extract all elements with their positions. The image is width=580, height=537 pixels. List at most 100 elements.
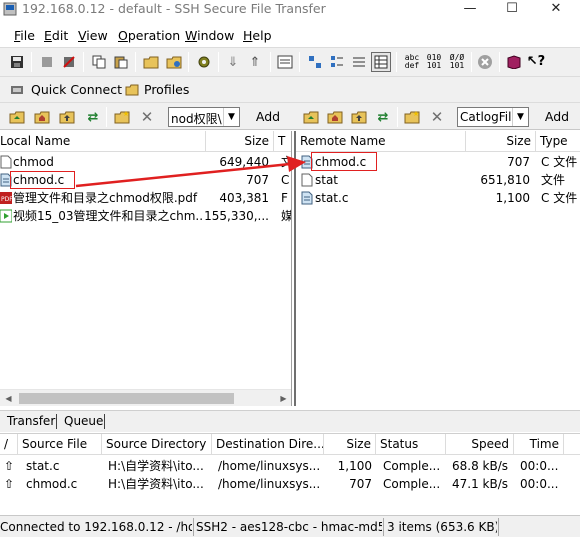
local-col-type[interactable]: T [274,131,291,152]
scroll-thumb[interactable] [19,393,234,404]
local-refresh-icon[interactable]: ⇄ [84,108,102,126]
xfer-srcdir: H:\自学资料\ito... [108,459,204,473]
quick-connect-button[interactable]: Quick Connect [31,82,122,97]
local-add-button[interactable]: Add [250,106,286,128]
local-parent-icon[interactable] [58,108,76,126]
download-arrow-icon[interactable]: ⇓ [224,53,242,71]
auto-mode-icon[interactable]: Ø/Ø 101 [446,53,468,71]
list-item[interactable]: stat 651,810 文件 [296,171,580,189]
profiles-folder-icon[interactable] [123,81,141,99]
remote-delete-icon[interactable]: ✕ [428,108,446,126]
file-name: stat [315,173,339,187]
remote-new-folder-icon[interactable] [403,108,421,126]
connect-icon[interactable] [38,53,56,71]
local-col-size[interactable]: Size [206,131,274,152]
menu-edit[interactable]: Edit [44,28,68,43]
menu-window[interactable]: Window [185,28,234,43]
local-delete-icon[interactable]: ✕ [138,108,156,126]
file-size: 651,810 [480,173,530,187]
xfer-time: 00:0... [520,477,559,491]
ascii-mode-icon[interactable]: abc def [401,53,423,71]
stop-icon[interactable] [476,53,494,71]
file-name: stat.c [315,191,349,205]
remote-up-folder-icon[interactable] [302,108,320,126]
tab-transfer[interactable]: Transfer [7,414,55,428]
file-type: C 文件 [541,191,578,205]
table-row[interactable]: ⇧ chmod.c H:\自学资料\ito... /home/linuxsys.… [0,475,566,493]
remote-file-pane[interactable]: Remote Name Size Type chmod.c 707 C 文件 s… [294,131,580,406]
disconnect-icon[interactable] [60,53,78,71]
file-name: chmod [13,155,54,169]
paste-icon[interactable] [112,53,130,71]
xfer-col-speed[interactable]: Speed [446,434,514,455]
remote-add-button[interactable]: Add [540,106,574,128]
tab-queue[interactable]: Queue [64,414,103,428]
transfer-header: / Source File Source Directory Destinati… [0,433,580,455]
remote-refresh-icon[interactable]: ⇄ [374,108,392,126]
menu-file[interactable]: File [14,28,35,43]
xfer-col-status[interactable]: Status [376,434,446,455]
local-hscrollbar[interactable]: ◀ ▶ [0,389,291,406]
local-new-folder-icon[interactable] [113,108,131,126]
app-icon [3,2,17,16]
quick-connect-icon[interactable] [8,81,26,99]
details-view-icon[interactable] [371,52,391,72]
remote-path-combo[interactable]: CatlogFile ▼ [457,107,529,127]
remote-parent-icon[interactable] [350,108,368,126]
local-file-pane[interactable]: Local Name Size T chmod 649,440 文 chmod.… [0,131,292,406]
small-icons-icon[interactable] [328,53,346,71]
xfer-col-direction[interactable]: / [0,434,18,455]
download-folder-icon[interactable] [165,53,183,71]
xfer-col-time[interactable]: Time [514,434,564,455]
copy-icon[interactable] [90,53,108,71]
menu-help[interactable]: Help [243,28,272,43]
pane-toolbar: ⇄ ✕ nod权限\ ▼ Add ⇄ ✕ CatlogFile ▼ Add [0,102,580,130]
remote-home-icon[interactable] [326,108,344,126]
local-up-folder-icon[interactable] [8,108,26,126]
binary-mode-icon[interactable]: 010 101 [423,53,445,71]
list-item[interactable]: PDF 管理文件和目录之chmod权限.pdf 403,381 F [0,189,291,207]
upload-arrow-icon[interactable]: ⇑ [246,53,264,71]
menu-operation[interactable]: Operation [118,28,180,43]
scroll-right-icon[interactable]: ▶ [275,390,291,406]
remote-col-name[interactable]: Remote Name [296,131,466,152]
settings-gear-icon[interactable] [195,53,213,71]
large-icons-icon[interactable] [306,53,324,71]
xfer-col-srcdir[interactable]: Source Directory [102,434,212,455]
upload-folder-icon[interactable] [142,53,160,71]
maximize-button[interactable]: ☐ [492,0,532,19]
transfer-list[interactable]: ⇧ stat.c H:\自学资料\ito... /home/linuxsys..… [0,455,580,515]
list-item[interactable]: stat.c 1,100 C 文件 [296,189,580,207]
xfer-col-source[interactable]: Source File [18,434,102,455]
transfer-tabs: Transfer Queue [0,410,580,432]
status-connection: Connected to 192.168.0.12 - /hon [0,520,192,534]
remote-col-size[interactable]: Size [466,131,536,152]
local-path-combo[interactable]: nod权限\ ▼ [168,107,240,127]
chevron-down-icon[interactable]: ▼ [512,108,528,126]
menu-view[interactable]: View [78,28,108,43]
table-row[interactable]: ⇧ stat.c H:\自学资料\ito... /home/linuxsys..… [0,457,566,475]
minimize-button[interactable]: — [450,0,490,19]
profiles-button[interactable]: Profiles [144,82,189,97]
remote-col-type[interactable]: Type [536,131,580,152]
pdf-icon: PDF [0,192,12,204]
local-header: Local Name Size T [0,131,291,152]
file-type: C 文件 [541,155,578,169]
view-list-icon[interactable] [276,53,294,71]
highlight-box [10,171,75,189]
local-home-icon[interactable] [33,108,51,126]
chevron-down-icon[interactable]: ▼ [223,108,239,126]
file-name: 管理文件和目录之chmod权限.pdf [13,191,198,205]
file-type: 媒 [281,209,292,223]
xfer-col-size[interactable]: Size [324,434,376,455]
save-icon[interactable] [8,53,26,71]
list-item[interactable]: chmod 649,440 文 [0,153,291,171]
help-book-icon[interactable] [505,53,523,71]
list-item[interactable]: 视频15_03管理文件和目录之chm... 155,330,... 媒 [0,207,292,225]
close-button[interactable]: ✕ [536,0,576,19]
local-col-name[interactable]: Local Name [0,131,206,152]
xfer-col-dest[interactable]: Destination Dire... [212,434,324,455]
list-view-icon[interactable] [350,53,368,71]
context-help-icon[interactable]: ↖? [527,52,545,70]
scroll-left-icon[interactable]: ◀ [0,390,17,406]
